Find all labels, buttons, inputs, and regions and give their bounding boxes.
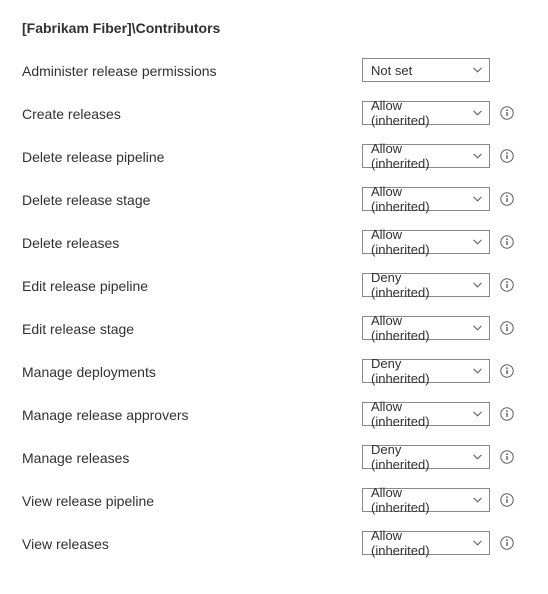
permission-label: Edit release stage (22, 319, 362, 337)
chevron-down-icon (472, 495, 483, 506)
info-icon[interactable] (500, 321, 514, 335)
permission-controls: Allow (inherited) (362, 144, 514, 168)
permission-select-value: Allow (inherited) (371, 98, 463, 128)
permission-select[interactable]: Allow (inherited) (362, 187, 490, 211)
permission-row: Manage releases Deny (inherited) (22, 445, 526, 469)
permission-row: Administer release permissions Not set (22, 58, 526, 82)
chevron-down-icon (472, 452, 483, 463)
permission-select[interactable]: Deny (inherited) (362, 273, 490, 297)
permission-label: Delete release pipeline (22, 147, 362, 165)
permission-label: Delete releases (22, 233, 362, 251)
permission-label: View releases (22, 534, 362, 552)
page-title: [Fabrikam Fiber]\Contributors (22, 20, 526, 36)
info-icon[interactable] (500, 536, 514, 550)
permission-controls: Allow (inherited) (362, 316, 514, 340)
permission-select[interactable]: Allow (inherited) (362, 316, 490, 340)
chevron-down-icon (472, 194, 483, 205)
permission-controls: Allow (inherited) (362, 230, 514, 254)
permission-select-value: Deny (inherited) (371, 442, 463, 472)
permission-select[interactable]: Deny (inherited) (362, 359, 490, 383)
info-icon[interactable] (500, 106, 514, 120)
permission-row: Delete release stage Allow (inherited) (22, 187, 526, 211)
permission-row: Create releases Allow (inherited) (22, 101, 526, 125)
permission-select[interactable]: Allow (inherited) (362, 488, 490, 512)
permission-row: Manage deployments Deny (inherited) (22, 359, 526, 383)
permission-controls: Deny (inherited) (362, 273, 514, 297)
info-icon[interactable] (500, 278, 514, 292)
permission-select-value: Allow (inherited) (371, 399, 463, 429)
info-icon[interactable] (500, 192, 514, 206)
permission-select-value: Allow (inherited) (371, 141, 463, 171)
permission-row: Edit release pipeline Deny (inherited) (22, 273, 526, 297)
permission-label: Edit release pipeline (22, 276, 362, 294)
permission-controls: Deny (inherited) (362, 445, 514, 469)
info-icon[interactable] (500, 407, 514, 421)
permission-select[interactable]: Not set (362, 58, 490, 82)
permission-select-value: Deny (inherited) (371, 356, 463, 386)
info-icon[interactable] (500, 450, 514, 464)
info-icon[interactable] (500, 149, 514, 163)
permission-select[interactable]: Allow (inherited) (362, 402, 490, 426)
chevron-down-icon (472, 108, 483, 119)
info-icon[interactable] (500, 364, 514, 378)
permission-label: View release pipeline (22, 491, 362, 509)
chevron-down-icon (472, 409, 483, 420)
permission-select[interactable]: Allow (inherited) (362, 230, 490, 254)
permission-controls: Allow (inherited) (362, 187, 514, 211)
permission-select[interactable]: Allow (inherited) (362, 531, 490, 555)
permission-select-value: Allow (inherited) (371, 485, 463, 515)
permission-row: Delete release pipeline Allow (inherited) (22, 144, 526, 168)
permission-label: Administer release permissions (22, 61, 362, 79)
chevron-down-icon (472, 366, 483, 377)
chevron-down-icon (472, 538, 483, 549)
permission-row: View releases Allow (inherited) (22, 531, 526, 555)
info-icon[interactable] (500, 235, 514, 249)
info-icon[interactable] (500, 493, 514, 507)
chevron-down-icon (472, 280, 483, 291)
chevron-down-icon (472, 323, 483, 334)
chevron-down-icon (472, 237, 483, 248)
permission-row: Manage release approvers Allow (inherited… (22, 402, 526, 426)
permission-row: Delete releases Allow (inherited) (22, 230, 526, 254)
permission-controls: Allow (inherited) (362, 531, 514, 555)
chevron-down-icon (472, 151, 483, 162)
permission-select[interactable]: Allow (inherited) (362, 144, 490, 168)
permission-select-value: Allow (inherited) (371, 313, 463, 343)
permission-controls: Allow (inherited) (362, 101, 514, 125)
permission-label: Delete release stage (22, 190, 362, 208)
permission-select-value: Allow (inherited) (371, 528, 463, 558)
permission-controls: Allow (inherited) (362, 488, 514, 512)
permission-select-value: Allow (inherited) (371, 227, 463, 257)
permission-select[interactable]: Allow (inherited) (362, 101, 490, 125)
permission-label: Manage deployments (22, 362, 362, 380)
permissions-list: Administer release permissions Not set Cre… (22, 58, 526, 555)
permission-select-value: Allow (inherited) (371, 184, 463, 214)
chevron-down-icon (472, 65, 483, 76)
permission-controls: Not set (362, 58, 514, 82)
permission-controls: Allow (inherited) (362, 402, 514, 426)
permission-select[interactable]: Deny (inherited) (362, 445, 490, 469)
permission-select-value: Not set (371, 63, 412, 78)
info-placeholder (500, 63, 514, 77)
permission-select-value: Deny (inherited) (371, 270, 463, 300)
permission-label: Manage releases (22, 448, 362, 466)
permission-label: Manage release approvers (22, 405, 362, 423)
permission-label: Create releases (22, 104, 362, 122)
permission-controls: Deny (inherited) (362, 359, 514, 383)
permission-row: View release pipeline Allow (inherited) (22, 488, 526, 512)
permission-row: Edit release stage Allow (inherited) (22, 316, 526, 340)
